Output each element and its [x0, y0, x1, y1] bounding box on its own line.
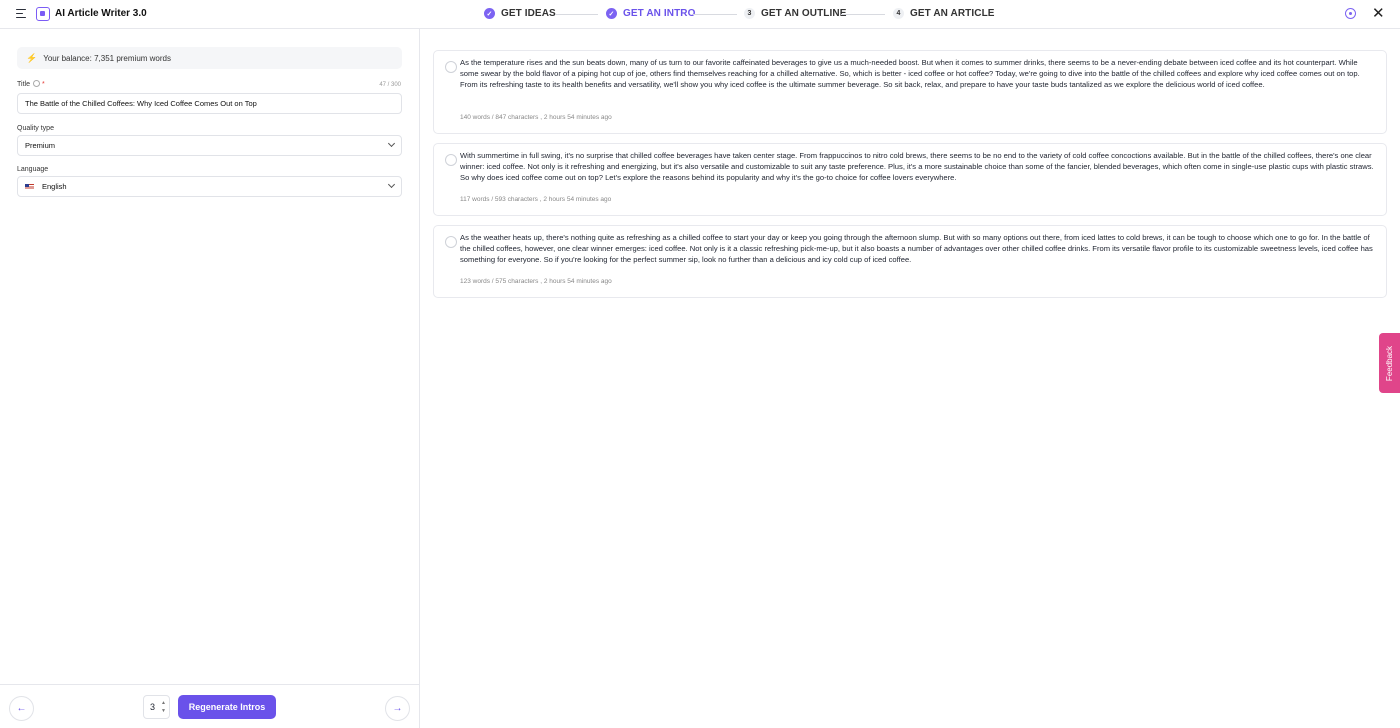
intro-select-radio[interactable]: [445, 154, 457, 166]
check-icon: [606, 8, 617, 19]
next-button[interactable]: →: [385, 696, 410, 721]
title-label-text: Title: [17, 81, 30, 88]
step-connector: [693, 14, 737, 15]
us-flag-icon: [25, 183, 34, 190]
step-get-an-outline[interactable]: 3 GET AN OUTLINE: [744, 8, 846, 19]
intro-select-radio[interactable]: [445, 236, 457, 248]
intro-text: With summertime in full swing, it's no s…: [460, 151, 1374, 182]
step-label: GET AN ARTICLE: [910, 8, 995, 19]
close-icon[interactable]: ✕: [1372, 6, 1385, 21]
title-input[interactable]: The Battle of the Chilled Coffees: Why I…: [17, 93, 402, 114]
info-icon[interactable]: [32, 80, 40, 87]
step-number: 3: [744, 8, 755, 19]
stepper-progress: GET IDEAS GET AN INTRO 3 GET AN OUTLINE …: [0, 0, 1400, 29]
settings-panel: ⚡ Your balance: 7,351 premium words Titl…: [0, 29, 420, 728]
intro-text: As the temperature rises and the sun bea…: [460, 58, 1360, 89]
bottom-action-bar: ← 3 ▲ ▼ Regenerate Intros →: [0, 684, 420, 728]
required-mark: *: [41, 81, 45, 88]
title-input-value: The Battle of the Chilled Coffees: Why I…: [25, 99, 257, 108]
top-bar: AI Article Writer 3.0 GET IDEAS GET AN I…: [0, 0, 1400, 29]
intro-option-card[interactable]: With summertime in full swing, it's no s…: [433, 143, 1387, 216]
step-number: 4: [893, 8, 904, 19]
intro-option-card[interactable]: As the temperature rises and the sun bea…: [433, 50, 1387, 134]
step-label: GET AN OUTLINE: [761, 8, 847, 19]
title-label: Title *: [17, 80, 45, 88]
chevron-down-icon: [387, 180, 396, 189]
quality-type-select[interactable]: Premium: [17, 135, 402, 156]
title-char-counter: 47 / 300: [379, 82, 401, 88]
target-icon[interactable]: [1345, 8, 1356, 19]
intro-meta: 140 words / 847 characters , 2 hours 54 …: [460, 114, 612, 121]
arrow-right-icon: →: [392, 703, 403, 714]
intro-option-card[interactable]: As the weather heats up, there's nothing…: [433, 225, 1387, 298]
feedback-tab[interactable]: Feedback: [1379, 333, 1400, 393]
step-get-an-intro[interactable]: GET AN INTRO: [606, 8, 696, 19]
balance-banner: ⚡ Your balance: 7,351 premium words: [17, 47, 402, 69]
bolt-icon: ⚡: [26, 52, 38, 63]
intro-meta: 123 words / 575 characters , 2 hours 54 …: [460, 278, 612, 285]
language-value: English: [42, 182, 67, 191]
intro-count-value: 3: [150, 702, 156, 712]
quality-type-value: Premium: [25, 141, 56, 150]
step-label: GET IDEAS: [501, 8, 556, 19]
stepper-arrows-icon[interactable]: ▲ ▼: [161, 699, 166, 715]
step-get-an-article[interactable]: 4 GET AN ARTICLE: [893, 8, 995, 19]
check-icon: [484, 8, 495, 19]
step-connector: [841, 14, 885, 15]
intro-count-stepper[interactable]: 3 ▲ ▼: [143, 695, 170, 719]
language-label: Language: [17, 166, 49, 173]
intro-text: As the weather heats up, there's nothing…: [460, 233, 1373, 264]
arrow-left-icon: ←: [16, 703, 27, 714]
intro-select-radio[interactable]: [445, 61, 457, 73]
step-connector: [555, 14, 598, 15]
back-button[interactable]: ←: [9, 696, 34, 721]
step-label: GET AN INTRO: [623, 8, 696, 19]
language-select[interactable]: English: [17, 176, 402, 197]
chevron-down-icon: [387, 139, 396, 148]
intro-meta: 117 words / 593 characters , 2 hours 54 …: [460, 196, 612, 203]
feedback-label: Feedback: [1385, 345, 1395, 381]
regenerate-intros-button[interactable]: Regenerate Intros: [178, 695, 276, 719]
quality-type-label: Quality type: [17, 125, 54, 132]
step-get-ideas[interactable]: GET IDEAS: [484, 8, 556, 19]
balance-text: Your balance: 7,351 premium words: [43, 53, 171, 63]
